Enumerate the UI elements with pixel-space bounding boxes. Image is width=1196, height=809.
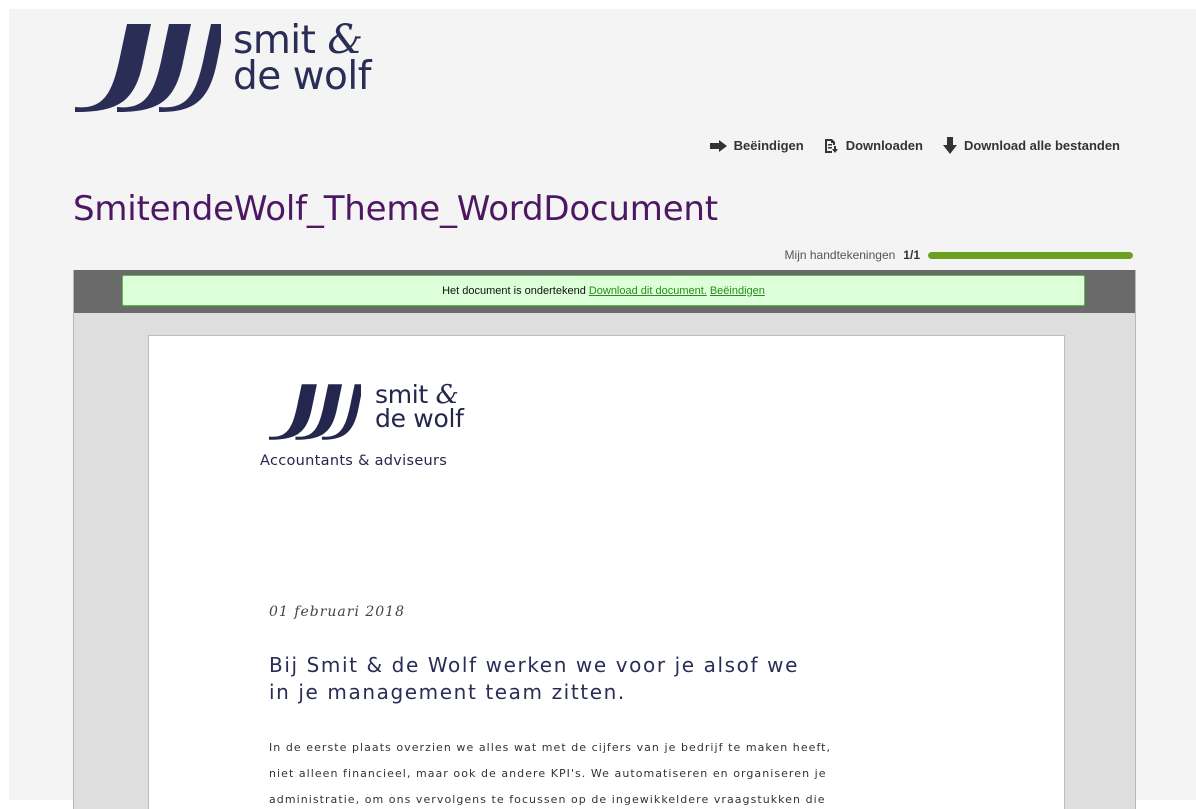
stripes-logo-icon [268,384,362,440]
signatures-done: 1 [903,248,910,262]
tagline: Accountants & adviseurs [260,453,448,469]
company-logo: smit & de wolf [73,20,403,114]
signatures-label: Mijn handtekeningen [784,248,896,262]
download-document-link[interactable]: Download dit document. [589,285,707,297]
document-date: 01 februari 2018 [269,604,405,620]
stripes-logo-icon [75,24,221,112]
download-all-button[interactable]: Download alle bestanden [942,137,1120,154]
signature-progress: Mijn handtekeningen 1/1 [785,248,1133,262]
document-page: smit & de wolf Accountants & adviseurs 0… [148,335,1065,809]
body-line: administratie, om ons vervolgens te focu… [269,793,826,806]
arrow-right-icon [709,139,727,152]
finish-label: Beëindigen [733,138,804,153]
page-title: SmitendeWolf_Theme_WordDocument [73,189,718,229]
download-label: Downloaden [845,138,923,153]
document-viewer[interactable]: Het document is ondertekend Download dit… [73,270,1136,809]
download-button[interactable]: Downloaden [824,138,923,153]
heading-line: Bij Smit & de Wolf werken we voor je als… [269,653,799,677]
document-heading: Bij Smit & de Wolf werken we voor je als… [269,652,969,706]
logo-word-dewolf: de wolf [233,54,371,99]
finish-button[interactable]: Beëindigen [709,138,804,153]
toolbar: Beëindigen Downloaden Download alle best… [709,137,1120,154]
notice-text: Het document is ondertekend [442,284,586,297]
document-body: In de eerste plaats overzien we alles wa… [269,735,969,809]
download-all-label: Download alle bestanden [963,138,1120,153]
arrow-down-icon [942,137,957,154]
signed-notice: Het document is ondertekend Download dit… [122,275,1085,306]
doc-logo-word-dewolf: de wolf [375,404,464,433]
document-download-icon [824,139,838,153]
body-line: In de eerste plaats overzien we alles wa… [269,741,832,754]
signatures-total: /1 [909,248,920,262]
viewer-toolbar: Het document is ondertekend Download dit… [74,270,1135,313]
document-logo-wordmark: smit & de wolf [375,382,464,433]
logo-wordmark: smit & de wolf [233,20,371,99]
heading-line: in je management team zitten. [269,680,626,704]
body-line: niet alleen financieel, maar ook de ande… [269,767,827,780]
progress-bar [928,251,1133,259]
page-background: smit & de wolf Beëindigen Downloaden Dow… [9,9,1196,809]
finish-link[interactable]: Beëindigen [710,285,765,297]
progress-bar-fill [928,251,1133,259]
